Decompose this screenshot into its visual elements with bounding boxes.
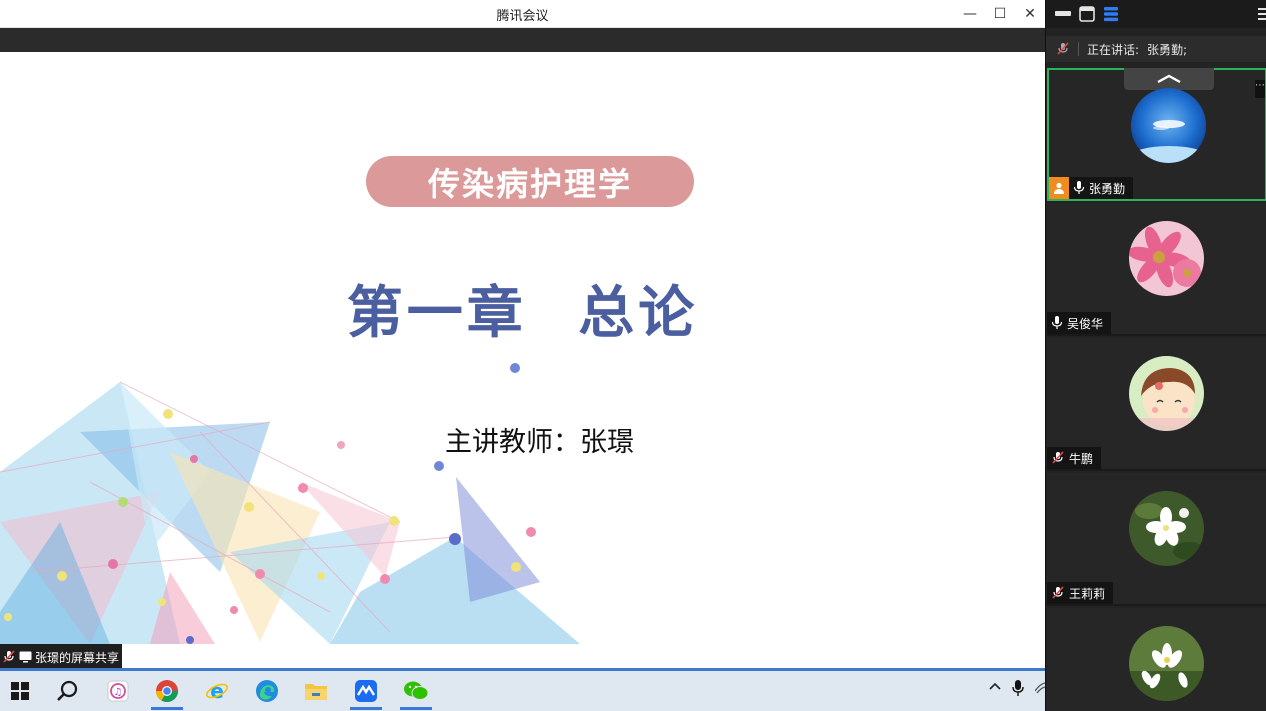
minimize-panel-icon[interactable]	[1054, 5, 1072, 23]
participant-tile[interactable]: 吴俊华	[1047, 203, 1266, 336]
menu-icon[interactable]	[1254, 5, 1266, 23]
tencent-meeting-icon[interactable]	[348, 675, 384, 710]
cartoon-girl-avatar	[1129, 356, 1204, 431]
search-icon[interactable]	[50, 675, 86, 707]
speaking-name: 张勇勤;	[1147, 42, 1188, 57]
participant-nametag: 王莉莉	[1047, 582, 1114, 604]
chevron-up-icon	[1157, 74, 1181, 84]
window-title: 腾讯会议	[496, 9, 549, 24]
participant-name: 张勇勤	[1089, 181, 1126, 196]
chapter-heading: 第一章 总论	[0, 268, 1045, 349]
chapter-number: 第一章	[346, 281, 527, 346]
chevron-up-icon[interactable]	[988, 679, 1002, 697]
mic-icon	[1051, 316, 1063, 329]
windows-start-icon[interactable]	[2, 675, 38, 707]
microphone-icon[interactable]	[1012, 679, 1024, 701]
participant-name: 吴俊华	[1067, 316, 1104, 331]
participant-name: 王莉莉	[1069, 586, 1106, 601]
svg-text:e: e	[210, 679, 224, 703]
lecturer-line: 主讲教师：张璟	[445, 427, 634, 458]
more-options-icon[interactable]: ⋯	[1255, 80, 1265, 98]
participant-nametag: 吴俊华	[1047, 312, 1112, 334]
muted-mic-icon	[1057, 42, 1069, 55]
window-mode-icon[interactable]	[1078, 5, 1096, 23]
share-label: 张璟的屏幕共享	[35, 650, 120, 665]
course-title-banner: 传染病护理学	[366, 156, 694, 207]
participants-panel: 正在讲话: 张勇勤; ⋯ 张勇勤 吴俊华 牛鹏 王莉莉	[1045, 0, 1266, 711]
speaking-label: 正在讲话:	[1087, 42, 1140, 57]
participant-nametag: 牛鹏	[1047, 447, 1102, 469]
shared-screen: 传染病护理学 第一章 总论 主讲教师：张璟	[0, 52, 1045, 644]
file-explorer-icon[interactable]	[298, 675, 334, 707]
screen-share-tag[interactable]: 张璟的屏幕共享	[0, 644, 122, 670]
participant-tile[interactable]: 王莉莉	[1047, 473, 1266, 606]
wifi-icon[interactable]	[1034, 679, 1046, 699]
ie-icon[interactable]: e	[199, 675, 235, 707]
minimize-button[interactable]: —	[955, 0, 985, 28]
screen-share-icon	[19, 651, 32, 663]
edge-icon[interactable]	[249, 675, 285, 707]
mic-icon	[1073, 181, 1085, 194]
share-status-bar: 张璟的屏幕共享	[0, 644, 1045, 670]
chapter-name: 总论	[578, 281, 699, 346]
participant-tile[interactable]	[1047, 608, 1266, 711]
participant-name: 牛鹏	[1069, 451, 1094, 466]
course-title: 传染病护理学	[427, 164, 632, 203]
title-bar: 腾讯会议 — ☐ ✕	[0, 0, 1045, 28]
chrome-icon[interactable]	[149, 675, 185, 710]
active-speaker-bar: 正在讲话: 张勇勤;	[1046, 36, 1266, 62]
participant-nametag: 张勇勤	[1049, 177, 1134, 199]
pink-flower-avatar	[1129, 221, 1204, 296]
itunes-icon[interactable]: ♫	[100, 675, 136, 707]
white-flower-avatar	[1129, 491, 1204, 566]
toolbar-strip	[0, 28, 1045, 52]
host-icon	[1049, 177, 1069, 199]
muted-mic-icon	[1052, 586, 1064, 599]
close-button[interactable]: ✕	[1015, 0, 1045, 28]
maximize-button[interactable]: ☐	[985, 0, 1015, 28]
taskbar: ♫ e	[0, 671, 1046, 711]
svg-text:♫: ♫	[114, 687, 123, 698]
muted-mic-icon	[3, 650, 15, 663]
panel-topbar	[1046, 0, 1266, 28]
wechat-icon[interactable]	[398, 675, 434, 710]
lotus-avatar	[1129, 626, 1204, 701]
list-view-icon[interactable]	[1102, 5, 1120, 23]
muted-mic-icon	[1052, 451, 1064, 464]
screen: 腾讯会议 — ☐ ✕ 传染病护理学 第一章 总论 主讲教师：张璟 张璟的屏幕共享…	[0, 0, 1266, 711]
participant-tile[interactable]: 牛鹏	[1047, 338, 1266, 471]
collapse-button[interactable]	[1124, 68, 1214, 90]
separator	[1078, 42, 1079, 56]
participant-tile[interactable]: ⋯ 张勇勤	[1047, 68, 1266, 201]
sky-avatar	[1131, 88, 1206, 163]
